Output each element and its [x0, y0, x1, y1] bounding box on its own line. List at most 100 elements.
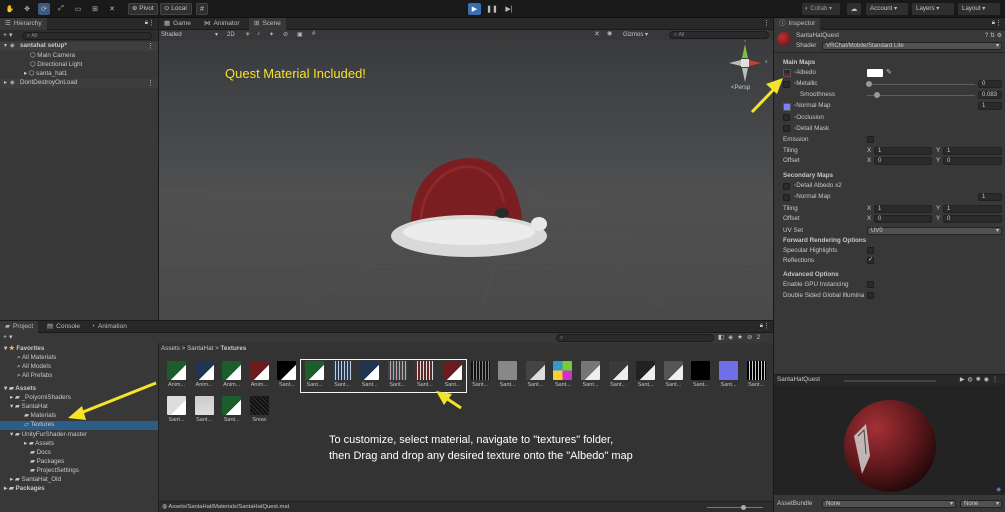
light-icon[interactable]: ✺: [976, 377, 984, 383]
texture-thumbnail[interactable]: [470, 361, 490, 380]
assets-row[interactable]: ▾ ▰ Assets: [4, 385, 36, 393]
panel-menu-icon[interactable]: ⋮: [763, 322, 770, 330]
favorites-row[interactable]: ▾ ★ Favorites: [4, 345, 44, 353]
texture-thumbnail[interactable]: [608, 361, 628, 380]
albedo-color-swatch[interactable]: [867, 69, 883, 77]
texture-thumbnail[interactable]: [719, 361, 738, 380]
hierarchy-item-main-camera[interactable]: ⬡ Main Camera: [30, 52, 75, 60]
tab-console[interactable]: ▤ Console: [42, 321, 85, 333]
packages-row[interactable]: ▸ ▰ Packages: [4, 485, 45, 493]
gizmos-dropdown[interactable]: Gizmos ▾: [623, 31, 648, 39]
folder-project-settings[interactable]: ▰ ProjectSettings: [30, 467, 79, 475]
folder-santahat-old[interactable]: ▸ ▰ SantaHat_Old: [10, 476, 61, 484]
folder-furshader[interactable]: ▾ ▰ UnityFurShader-master: [10, 431, 87, 439]
account-dropdown[interactable]: Account ▾: [866, 3, 908, 15]
texture-thumbnail[interactable]: [691, 361, 711, 380]
help-icon[interactable]: ?: [985, 33, 988, 39]
metallic-slider-track[interactable]: [867, 84, 975, 85]
type-filter-icon[interactable]: ◧: [718, 334, 728, 341]
detail-mask-slot[interactable]: [783, 125, 790, 132]
double-sided-checkbox[interactable]: [867, 292, 874, 299]
texture-thumbnail[interactable]: [277, 361, 297, 380]
tab-scene[interactable]: ⊞ Scene: [249, 18, 286, 30]
audio-toggle-icon[interactable]: ♪: [257, 31, 260, 37]
shading-mode-dropdown[interactable]: Shaded ▾: [161, 31, 221, 39]
project-filter-icons[interactable]: ◧◈★⊘2: [718, 333, 764, 341]
step-button[interactable]: ▶|: [503, 3, 515, 15]
menu-icon[interactable]: ⋮: [992, 377, 1001, 383]
texture-thumbnail[interactable]: [581, 361, 600, 380]
texture-thumbnail[interactable]: [194, 396, 214, 415]
label-filter-icon[interactable]: ◈: [728, 334, 737, 341]
expand-arrow-icon[interactable]: ▸: [4, 79, 7, 86]
smoothness-slider-track[interactable]: [867, 95, 975, 96]
tiling-x-field[interactable]: 1: [874, 147, 932, 155]
tools-icon[interactable]: ✕: [594, 30, 600, 38]
grid-snap-icon[interactable]: #: [196, 3, 208, 15]
breadcrumb-assets[interactable]: Assets: [161, 345, 180, 352]
play-button[interactable]: ▶: [468, 3, 481, 15]
sphere-icon[interactable]: ◍: [967, 377, 975, 383]
camera-settings-icon[interactable]: ▣: [297, 31, 303, 38]
tab-game[interactable]: ▦ Game: [159, 18, 196, 30]
effects-toggle-icon[interactable]: ✦: [269, 31, 274, 38]
shader-dropdown[interactable]: VRChat/Mobile/Standard Lite ▾: [822, 42, 1002, 50]
gpu-instancing-checkbox[interactable]: [867, 281, 874, 288]
albedo-texture-slot[interactable]: [783, 69, 791, 77]
layout-dropdown[interactable]: Layout ▾: [958, 3, 1000, 15]
texture-thumbnail[interactable]: [194, 361, 214, 380]
texture-thumbnail[interactable]: [222, 361, 242, 380]
grid-toggle-icon[interactable]: #: [312, 31, 315, 37]
scale-tool-icon[interactable]: ⤢: [55, 3, 67, 15]
occlusion-slot[interactable]: [783, 114, 790, 121]
metallic-texture-slot[interactable]: [783, 81, 790, 88]
transform-tool-icon[interactable]: ⊞: [89, 3, 101, 15]
reflections-checkbox[interactable]: ✓: [867, 257, 874, 264]
sec-offset-x-field[interactable]: 0: [874, 215, 932, 223]
rotate-tool-icon[interactable]: ⟳: [38, 3, 50, 15]
tiling-y-field[interactable]: 1: [943, 147, 1002, 155]
tab-project[interactable]: ▰ Project: [0, 321, 39, 333]
preset-icon[interactable]: ⇅: [990, 33, 995, 39]
dont-destroy-row[interactable]: ▸ ◈ DontDestroyOnLoad ⋮: [0, 79, 158, 88]
collab-dropdown[interactable]: ◐ Collab ▾: [802, 3, 840, 15]
breadcrumb-santahat[interactable]: SantaHat: [187, 345, 213, 352]
asset-bundle-dropdown[interactable]: None ▾: [822, 500, 956, 508]
folder-fur-packages[interactable]: ▰ Packages: [30, 458, 64, 466]
metallic-value-field[interactable]: 0: [978, 80, 1002, 88]
layers-dropdown[interactable]: Layers ▾: [912, 3, 954, 15]
texture-thumbnail[interactable]: [746, 361, 766, 380]
sec-offset-y-field[interactable]: 0: [943, 215, 1002, 223]
row-menu-icon[interactable]: ⋮: [147, 79, 154, 87]
smoothness-slider-handle[interactable]: [874, 92, 880, 98]
preview-mesh-icon[interactable]: ◉: [984, 377, 992, 383]
fav-all-prefabs[interactable]: ⌕ All Prefabs: [17, 372, 52, 380]
uv-set-dropdown[interactable]: UV0 ▾: [867, 227, 1002, 235]
rect-tool-icon[interactable]: ▭: [72, 3, 84, 15]
project-search-input[interactable]: ⌕: [556, 334, 714, 342]
panel-menu-icon[interactable]: ⋮: [995, 19, 1002, 27]
scene-search-input[interactable]: ⌕ All: [669, 31, 769, 39]
smoothness-value-field[interactable]: 0.083: [978, 91, 1002, 99]
save-search-icon[interactable]: ★: [737, 334, 747, 341]
sec-tiling-y-field[interactable]: 1: [943, 205, 1002, 213]
gear-icon[interactable]: ⚙: [997, 33, 1002, 39]
offset-y-field[interactable]: 0: [943, 157, 1002, 165]
add-dropdown[interactable]: + ▾: [3, 31, 13, 39]
folder-poiyomi[interactable]: ▸ ▰ _PoiyomiShaders: [10, 394, 71, 402]
texture-thumbnail[interactable]: [167, 361, 186, 380]
detail-albedo-slot[interactable]: [783, 183, 790, 190]
hidden-objects-icon[interactable]: ⊘: [283, 31, 288, 38]
scene-row[interactable]: ▾ ◈ santahat setup* ⋮: [0, 42, 158, 51]
tab-hierarchy[interactable]: ☰ Hierarchy: [0, 18, 47, 30]
tab-inspector[interactable]: ⓘ Inspector: [774, 18, 821, 30]
orientation-gizmo[interactable]: y x <Persp: [725, 40, 773, 96]
panel-menu-icon[interactable]: ⋮: [148, 19, 155, 27]
custom-tool-icon[interactable]: ✕: [106, 3, 118, 15]
fav-all-materials[interactable]: ⌕ All Materials: [17, 354, 56, 362]
zoom-slider-handle[interactable]: [741, 505, 746, 510]
texture-thumbnail[interactable]: [636, 361, 656, 380]
hierarchy-item-directional-light[interactable]: ⬡ Directional Light: [30, 61, 82, 69]
folder-santahat[interactable]: ▾ ▰ SantaHat: [10, 403, 48, 411]
breadcrumb-textures[interactable]: Textures: [221, 345, 247, 352]
